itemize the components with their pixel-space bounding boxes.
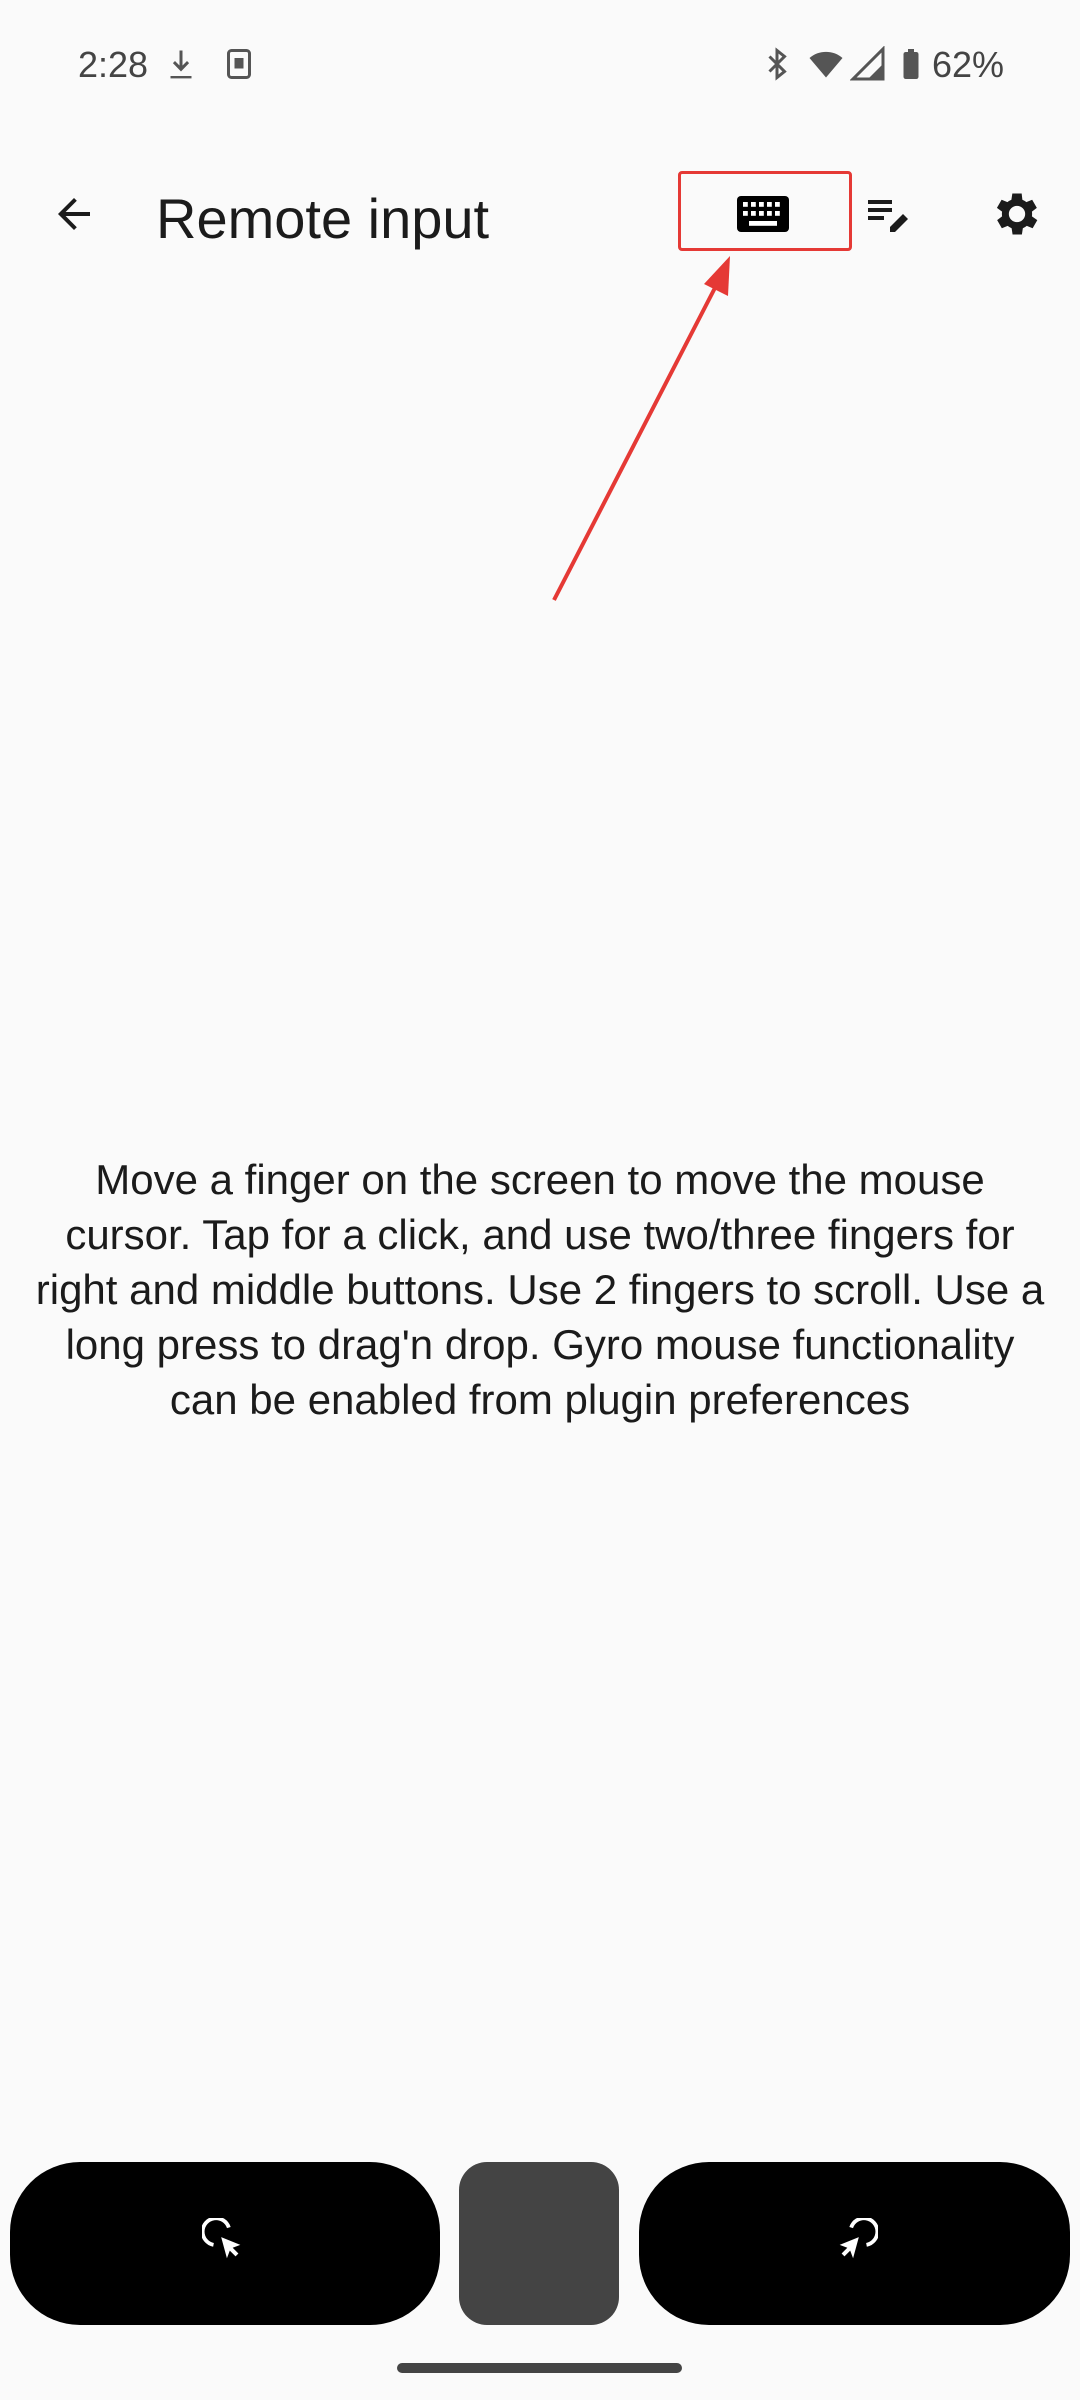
keyboard-button[interactable]: [723, 176, 803, 256]
middle-click-button[interactable]: [459, 2162, 619, 2325]
instructions-text: Move a finger on the screen to move the …: [35, 1156, 1045, 1423]
left-click-icon: [200, 2216, 248, 2269]
edit-text-button[interactable]: [848, 176, 928, 256]
status-bar: 2:28 62%: [0, 0, 1080, 130]
wifi-icon: [806, 46, 843, 82]
right-click-icon: [832, 2216, 879, 2269]
playlist-edit-icon: [860, 190, 916, 243]
download-icon: [163, 46, 199, 82]
cell-signal-icon: [849, 45, 886, 82]
left-click-button[interactable]: [10, 2162, 440, 2325]
battery-icon: [893, 46, 929, 82]
bluetooth-icon: [759, 46, 795, 82]
gear-icon: [989, 186, 1045, 247]
gesture-nav-handle[interactable]: [397, 2363, 682, 2373]
top-app-bar: Remote input: [0, 160, 1080, 270]
battery-percent: 62%: [931, 44, 1004, 85]
page-title: Remote input: [156, 187, 490, 250]
arrow-back-icon: [50, 190, 98, 243]
back-button[interactable]: [36, 178, 112, 254]
right-click-button[interactable]: [639, 2162, 1070, 2325]
status-time: 2:28: [78, 44, 149, 85]
notification-app-icon: [221, 46, 257, 82]
keyboard-icon: [735, 194, 791, 239]
settings-button[interactable]: [977, 176, 1057, 256]
